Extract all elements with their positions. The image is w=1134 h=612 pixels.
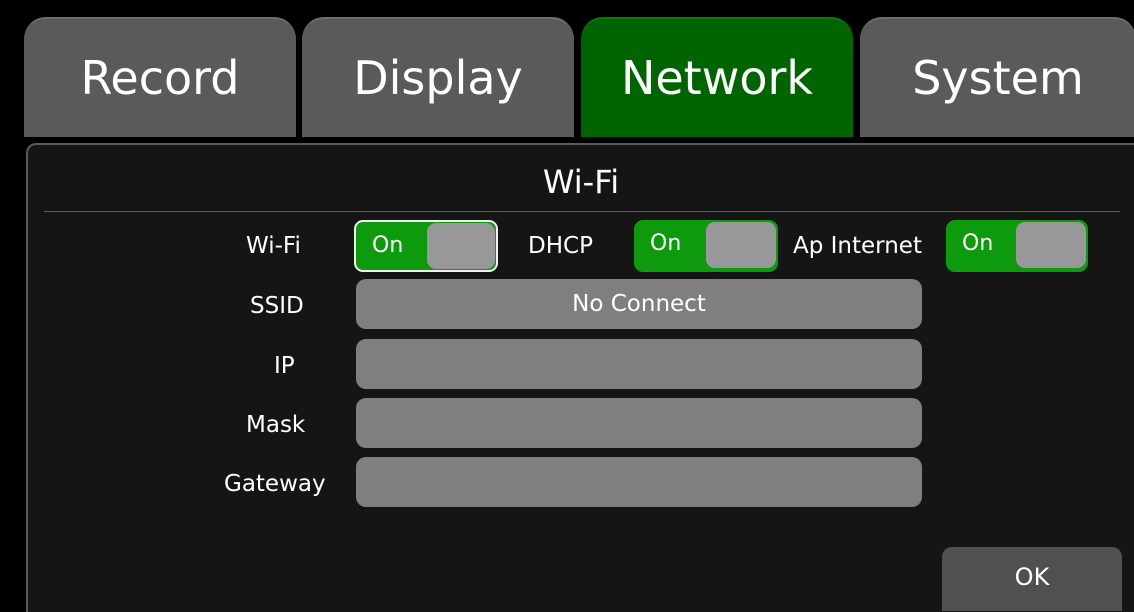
gateway-label: Gateway bbox=[224, 471, 326, 497]
mask-label: Mask bbox=[246, 412, 306, 438]
ip-field[interactable] bbox=[356, 339, 922, 389]
ok-button[interactable]: OK bbox=[942, 547, 1122, 611]
tab-display[interactable]: Display bbox=[302, 17, 574, 137]
panel-title: Wi-Fi bbox=[542, 163, 620, 201]
wifi-toggle-state: On bbox=[372, 233, 404, 258]
ssid-label: SSID bbox=[250, 293, 304, 319]
tab-record[interactable]: Record bbox=[24, 17, 296, 137]
dhcp-toggle-knob bbox=[706, 222, 776, 268]
ap-internet-label: Ap Internet bbox=[793, 233, 922, 259]
wifi-toggle-knob bbox=[427, 223, 495, 269]
dhcp-toggle-state: On bbox=[650, 231, 682, 256]
ip-label: IP bbox=[274, 353, 295, 379]
tab-bar: Record Display Network System bbox=[24, 17, 1134, 137]
mask-field[interactable] bbox=[356, 398, 922, 448]
ssid-field[interactable]: No Connect bbox=[356, 279, 922, 329]
gateway-field[interactable] bbox=[356, 457, 922, 507]
wifi-settings-panel: Wi-Fi Wi-Fi On DHCP On Ap Internet On SS… bbox=[26, 143, 1134, 612]
ap-internet-toggle-knob bbox=[1016, 222, 1086, 268]
wifi-toggle[interactable]: On bbox=[354, 220, 498, 272]
dhcp-label: DHCP bbox=[528, 233, 593, 259]
dhcp-toggle[interactable]: On bbox=[634, 220, 778, 272]
tab-system[interactable]: System bbox=[860, 17, 1134, 137]
ap-internet-toggle[interactable]: On bbox=[946, 220, 1088, 272]
title-divider bbox=[44, 211, 1120, 212]
ap-internet-toggle-state: On bbox=[962, 231, 994, 256]
wifi-label: Wi-Fi bbox=[246, 233, 301, 259]
tab-network[interactable]: Network bbox=[581, 17, 853, 137]
